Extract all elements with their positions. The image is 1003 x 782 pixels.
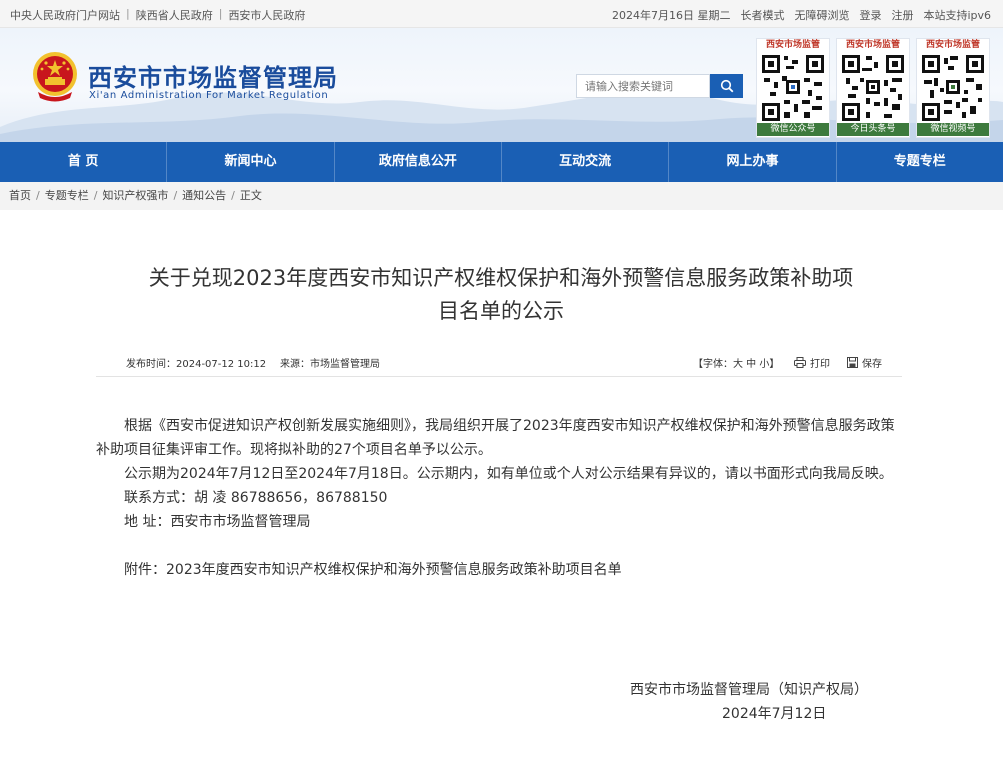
site-title-en: Xi'an Administration For Market Regulati…	[89, 90, 329, 101]
qrcode-caption: 微信视频号	[917, 123, 989, 136]
main-nav: 首 页 新闻中心 政府信息公开 互动交流 网上办事 专题专栏	[0, 142, 1003, 182]
national-emblem-icon[interactable]	[30, 48, 80, 104]
qrcode-image	[760, 52, 826, 124]
site-header: 西安市市场监督管理局 Xi'an Administration For Mark…	[0, 28, 1003, 142]
nav-online-service[interactable]: 网上办事	[669, 142, 837, 182]
link-xian-gov[interactable]: 西安市人民政府	[228, 7, 305, 23]
signature: 西安市市场监督管理局（知识产权局）	[630, 682, 868, 698]
address-info: 地 址：西安市市场监督管理局	[124, 514, 311, 530]
search-button[interactable]	[710, 74, 743, 98]
article-title-line: 关于兑现2023年度西安市知识产权维权保护和海外预警信息服务政策补助项	[148, 266, 854, 290]
qrcode-wechat-video[interactable]: 西安市场监管 微信视频号	[916, 38, 990, 138]
printer-icon	[794, 357, 806, 368]
nav-topics[interactable]: 专题专栏	[837, 142, 1003, 182]
article-source: 来源：市场监督管理局	[280, 359, 380, 370]
ipv6-badge: 本站支持ipv6	[923, 9, 991, 22]
nav-interaction[interactable]: 互动交流	[502, 142, 670, 182]
article-title-line: 目名单的公示	[438, 299, 564, 323]
top-utility-bar: 中央人民政府门户网站 | 陕西省人民政府 | 西安市人民政府 2024年7月16…	[0, 0, 1003, 28]
breadcrumb-home[interactable]: 首页	[9, 182, 31, 210]
font-size-switcher[interactable]: 【字体：大 中 小】	[693, 355, 779, 370]
qrcode-label: 西安市场监管	[925, 40, 980, 50]
link-shaanxi-gov[interactable]: 陕西省人民政府	[136, 7, 213, 23]
breadcrumb-notices[interactable]: 通知公告	[182, 182, 226, 210]
search-icon	[720, 79, 733, 93]
breadcrumb-separator: /	[36, 189, 40, 202]
register-link[interactable]: 注册	[891, 7, 913, 23]
contact-info: 联系方式：胡 凌 86788656，86788150	[124, 490, 388, 506]
nav-gov-info[interactable]: 政府信息公开	[335, 142, 502, 182]
gov-links: 中央人民政府门户网站 | 陕西省人民政府 | 西安市人民政府	[10, 7, 305, 23]
article-body: 根据《西安市促进知识产权创新发展实施细则》，我局组织开展了2023年度西安市知识…	[96, 414, 902, 582]
elder-mode-link[interactable]: 长者模式	[740, 7, 784, 23]
utility-links: 2024年7月16日 星期二 长者模式 无障碍浏览 登录 注册 本站支持ipv6	[612, 7, 991, 23]
search-input[interactable]	[576, 74, 710, 98]
breadcrumb-ip-city[interactable]: 知识产权强市	[102, 182, 168, 210]
qrcode-label: 西安市场监管	[765, 40, 820, 50]
breadcrumb: 首页 / 专题专栏 / 知识产权强市 / 通知公告 / 正文	[0, 182, 1003, 210]
link-central-gov[interactable]: 中央人民政府门户网站	[10, 7, 120, 23]
divider: |	[126, 7, 130, 20]
attachment-link[interactable]: 附件：2023年度西安市知识产权维权保护和海外预警信息服务政策补助项目名单	[96, 558, 902, 582]
body-paragraph: 公示期为2024年7月12日至2024年7月18日。公示期内，如有单位或个人对公…	[124, 466, 893, 482]
current-date: 2024年7月16日 星期二	[611, 9, 731, 22]
print-label: 打印	[810, 359, 830, 370]
divider: |	[218, 7, 223, 20]
article-title: 关于兑现2023年度西安市知识产权维权保护和海外预警信息服务政策补助项 目名单的…	[96, 262, 906, 328]
print-button[interactable]: 打印	[794, 355, 830, 370]
breadcrumb-topics[interactable]: 专题专栏	[45, 182, 89, 210]
nav-news[interactable]: 新闻中心	[167, 142, 335, 182]
save-icon	[847, 357, 858, 368]
breadcrumb-separator: /	[173, 189, 178, 202]
qrcode-caption: 今日头条号	[837, 123, 909, 136]
save-button[interactable]: 保存	[847, 355, 882, 370]
save-label: 保存	[862, 359, 882, 370]
signature-date: 2024年7月12日	[722, 706, 827, 722]
qrcode-image	[840, 52, 906, 124]
article-meta: 发布时间：2024-07-12 10:12 来源：市场监督管理局 【字体：大 中…	[96, 353, 902, 377]
site-title-cn[interactable]: 西安市市场监督管理局	[88, 58, 338, 93]
login-link[interactable]: 登录	[859, 7, 881, 23]
qrcode-wechat-official[interactable]: 西安市场监管 微信公众号	[756, 38, 830, 138]
qrcode-toutiao[interactable]: 西安市场监管 今日头条号	[836, 38, 910, 138]
qrcode-label: 西安市场监管	[845, 40, 900, 50]
breadcrumb-current: 正文	[239, 189, 262, 202]
body-paragraph: 根据《西安市促进知识产权创新发展实施细则》，我局组织开展了2023年度西安市知识…	[96, 418, 895, 458]
accessibility-link[interactable]: 无障碍浏览	[794, 7, 849, 23]
breadcrumb-separator: /	[231, 189, 235, 202]
publish-time: 发布时间：2024-07-12 10:12	[126, 359, 267, 370]
breadcrumb-separator: /	[93, 189, 98, 202]
nav-home[interactable]: 首 页	[0, 142, 168, 182]
article: 关于兑现2023年度西安市知识产权维权保护和海外预警信息服务政策补助项 目名单的…	[0, 210, 1003, 782]
qrcode-caption: 微信公众号	[757, 123, 829, 136]
qrcode-image	[920, 52, 986, 124]
